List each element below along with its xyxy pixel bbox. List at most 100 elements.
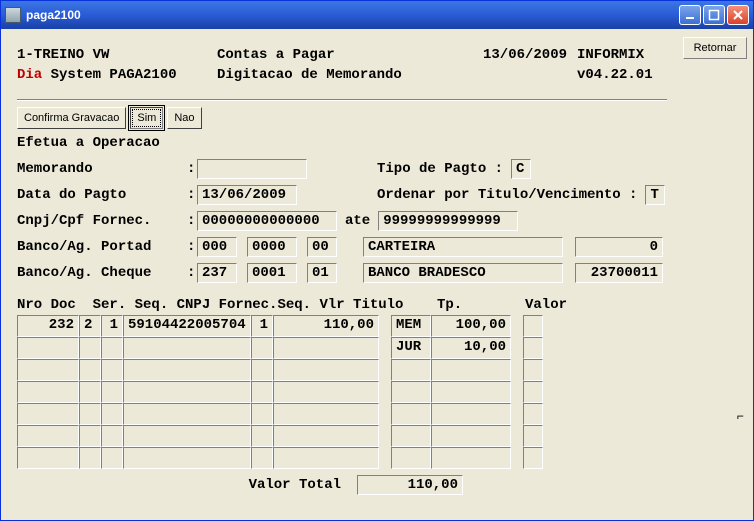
cell-ser[interactable]	[79, 337, 101, 359]
cell-tp[interactable]: MEM	[391, 315, 431, 337]
minimize-button[interactable]	[679, 5, 701, 25]
row-banco-portad: Banco/Ag. Portad :	[17, 237, 667, 257]
header-version: v04.22.01	[577, 65, 667, 85]
header-screen: Digitacao de Memorando	[217, 65, 467, 85]
cell-cnpj[interactable]	[123, 359, 251, 381]
cell-nrodoc[interactable]	[17, 359, 79, 381]
cell-cnpj[interactable]	[123, 447, 251, 469]
cell-seq2[interactable]	[251, 425, 273, 447]
cell-tp[interactable]	[391, 447, 431, 469]
ordenar-input[interactable]	[645, 185, 665, 205]
portad-nome-input[interactable]	[363, 237, 563, 257]
table-headers: Nro Doc Ser. Seq. CNPJ Fornec.Seq. Vlr T…	[17, 297, 667, 313]
cell-nrodoc[interactable]: 232	[17, 315, 79, 337]
sim-button[interactable]: Sim	[130, 107, 163, 129]
cell-nrodoc[interactable]	[17, 337, 79, 359]
cnpj-to-input[interactable]	[378, 211, 518, 231]
cell-tp[interactable]	[391, 359, 431, 381]
cell-flag[interactable]	[523, 447, 543, 469]
retornar-button[interactable]: Retornar	[683, 37, 747, 59]
cell-valor[interactable]	[431, 447, 511, 469]
cell-vlr[interactable]	[273, 337, 379, 359]
cell-tp[interactable]	[391, 403, 431, 425]
cell-flag[interactable]	[523, 359, 543, 381]
cnpj-from-input[interactable]	[197, 211, 337, 231]
maximize-button[interactable]	[703, 5, 725, 25]
cell-nrodoc[interactable]	[17, 403, 79, 425]
cell-flag[interactable]	[523, 403, 543, 425]
cell-seq2[interactable]	[251, 337, 273, 359]
cheque-dig-input[interactable]	[307, 263, 337, 283]
cell-ser[interactable]	[79, 403, 101, 425]
close-button[interactable]	[727, 5, 749, 25]
cell-seq[interactable]	[101, 403, 123, 425]
cell-flag[interactable]	[523, 381, 543, 403]
cell-nrodoc[interactable]	[17, 447, 79, 469]
cell-valor[interactable]	[431, 359, 511, 381]
cell-nrodoc[interactable]	[17, 381, 79, 403]
confirm-gravacao-button[interactable]: Confirma Gravacao	[17, 107, 126, 129]
cell-seq[interactable]	[101, 337, 123, 359]
cell-valor[interactable]	[431, 403, 511, 425]
cell-ser[interactable]	[79, 447, 101, 469]
portad-saldo-input[interactable]	[575, 237, 663, 257]
portad-dig-input[interactable]	[307, 237, 337, 257]
cheque-num-input[interactable]	[575, 263, 663, 283]
cell-nrodoc[interactable]	[17, 425, 79, 447]
cell-valor[interactable]: 10,00	[431, 337, 511, 359]
header-date: 13/06/2009	[467, 45, 577, 65]
cheque-ag-input[interactable]	[247, 263, 297, 283]
cheque-nome-input[interactable]	[363, 263, 563, 283]
cell-seq[interactable]	[101, 381, 123, 403]
th-tp: Tp.	[437, 297, 497, 313]
cell-cnpj[interactable]	[123, 403, 251, 425]
tipo-pagto-input[interactable]	[511, 159, 531, 179]
cell-seq[interactable]: 1	[101, 315, 123, 337]
cell-ser[interactable]	[79, 359, 101, 381]
cell-ser[interactable]: 2	[79, 315, 101, 337]
header-db: INFORMIX	[577, 45, 667, 65]
cell-tp[interactable]	[391, 381, 431, 403]
cell-cnpj[interactable]	[123, 425, 251, 447]
portad-banco-input[interactable]	[197, 237, 237, 257]
cell-valor[interactable]	[431, 425, 511, 447]
cell-seq2[interactable]	[251, 447, 273, 469]
cell-flag[interactable]	[523, 315, 543, 337]
cheque-banco-input[interactable]	[197, 263, 237, 283]
cell-tp[interactable]: JUR	[391, 337, 431, 359]
cell-flag[interactable]	[523, 337, 543, 359]
cell-cnpj[interactable]	[123, 337, 251, 359]
cell-ser[interactable]	[79, 425, 101, 447]
cell-tp[interactable]	[391, 425, 431, 447]
cell-seq2[interactable]	[251, 403, 273, 425]
cell-seq[interactable]	[101, 359, 123, 381]
divider	[17, 99, 667, 101]
cell-ser[interactable]	[79, 381, 101, 403]
cell-seq2[interactable]	[251, 381, 273, 403]
banco-cheque-label: Banco/Ag. Cheque	[17, 265, 187, 281]
cell-seq2[interactable]	[251, 359, 273, 381]
nao-button[interactable]: Nao	[167, 107, 201, 129]
cell-seq[interactable]	[101, 447, 123, 469]
data-pagto-input[interactable]	[197, 185, 297, 205]
titlebar[interactable]: paga2100	[1, 1, 753, 29]
portad-ag-input[interactable]	[247, 237, 297, 257]
cell-cnpj[interactable]: 59104422005704	[123, 315, 251, 337]
cell-vlr[interactable]	[273, 425, 379, 447]
data-pagto-label: Data do Pagto	[17, 187, 187, 203]
cell-vlr[interactable]: 110,00	[273, 315, 379, 337]
cell-valor[interactable]: 100,00	[431, 315, 511, 337]
total-row: Valor Total	[17, 475, 667, 495]
cell-flag[interactable]	[523, 425, 543, 447]
cell-vlr[interactable]	[273, 381, 379, 403]
cell-vlr[interactable]	[273, 403, 379, 425]
cell-cnpj[interactable]	[123, 381, 251, 403]
cell-vlr[interactable]	[273, 447, 379, 469]
cnpj-label: Cnpj/Cpf Fornec.	[17, 213, 187, 229]
header-block: 1-TREINO VW Contas a Pagar 13/06/2009 IN…	[17, 45, 667, 85]
cell-seq[interactable]	[101, 425, 123, 447]
memorando-input[interactable]	[197, 159, 307, 179]
cell-valor[interactable]	[431, 381, 511, 403]
cell-vlr[interactable]	[273, 359, 379, 381]
cell-seq2[interactable]: 1	[251, 315, 273, 337]
